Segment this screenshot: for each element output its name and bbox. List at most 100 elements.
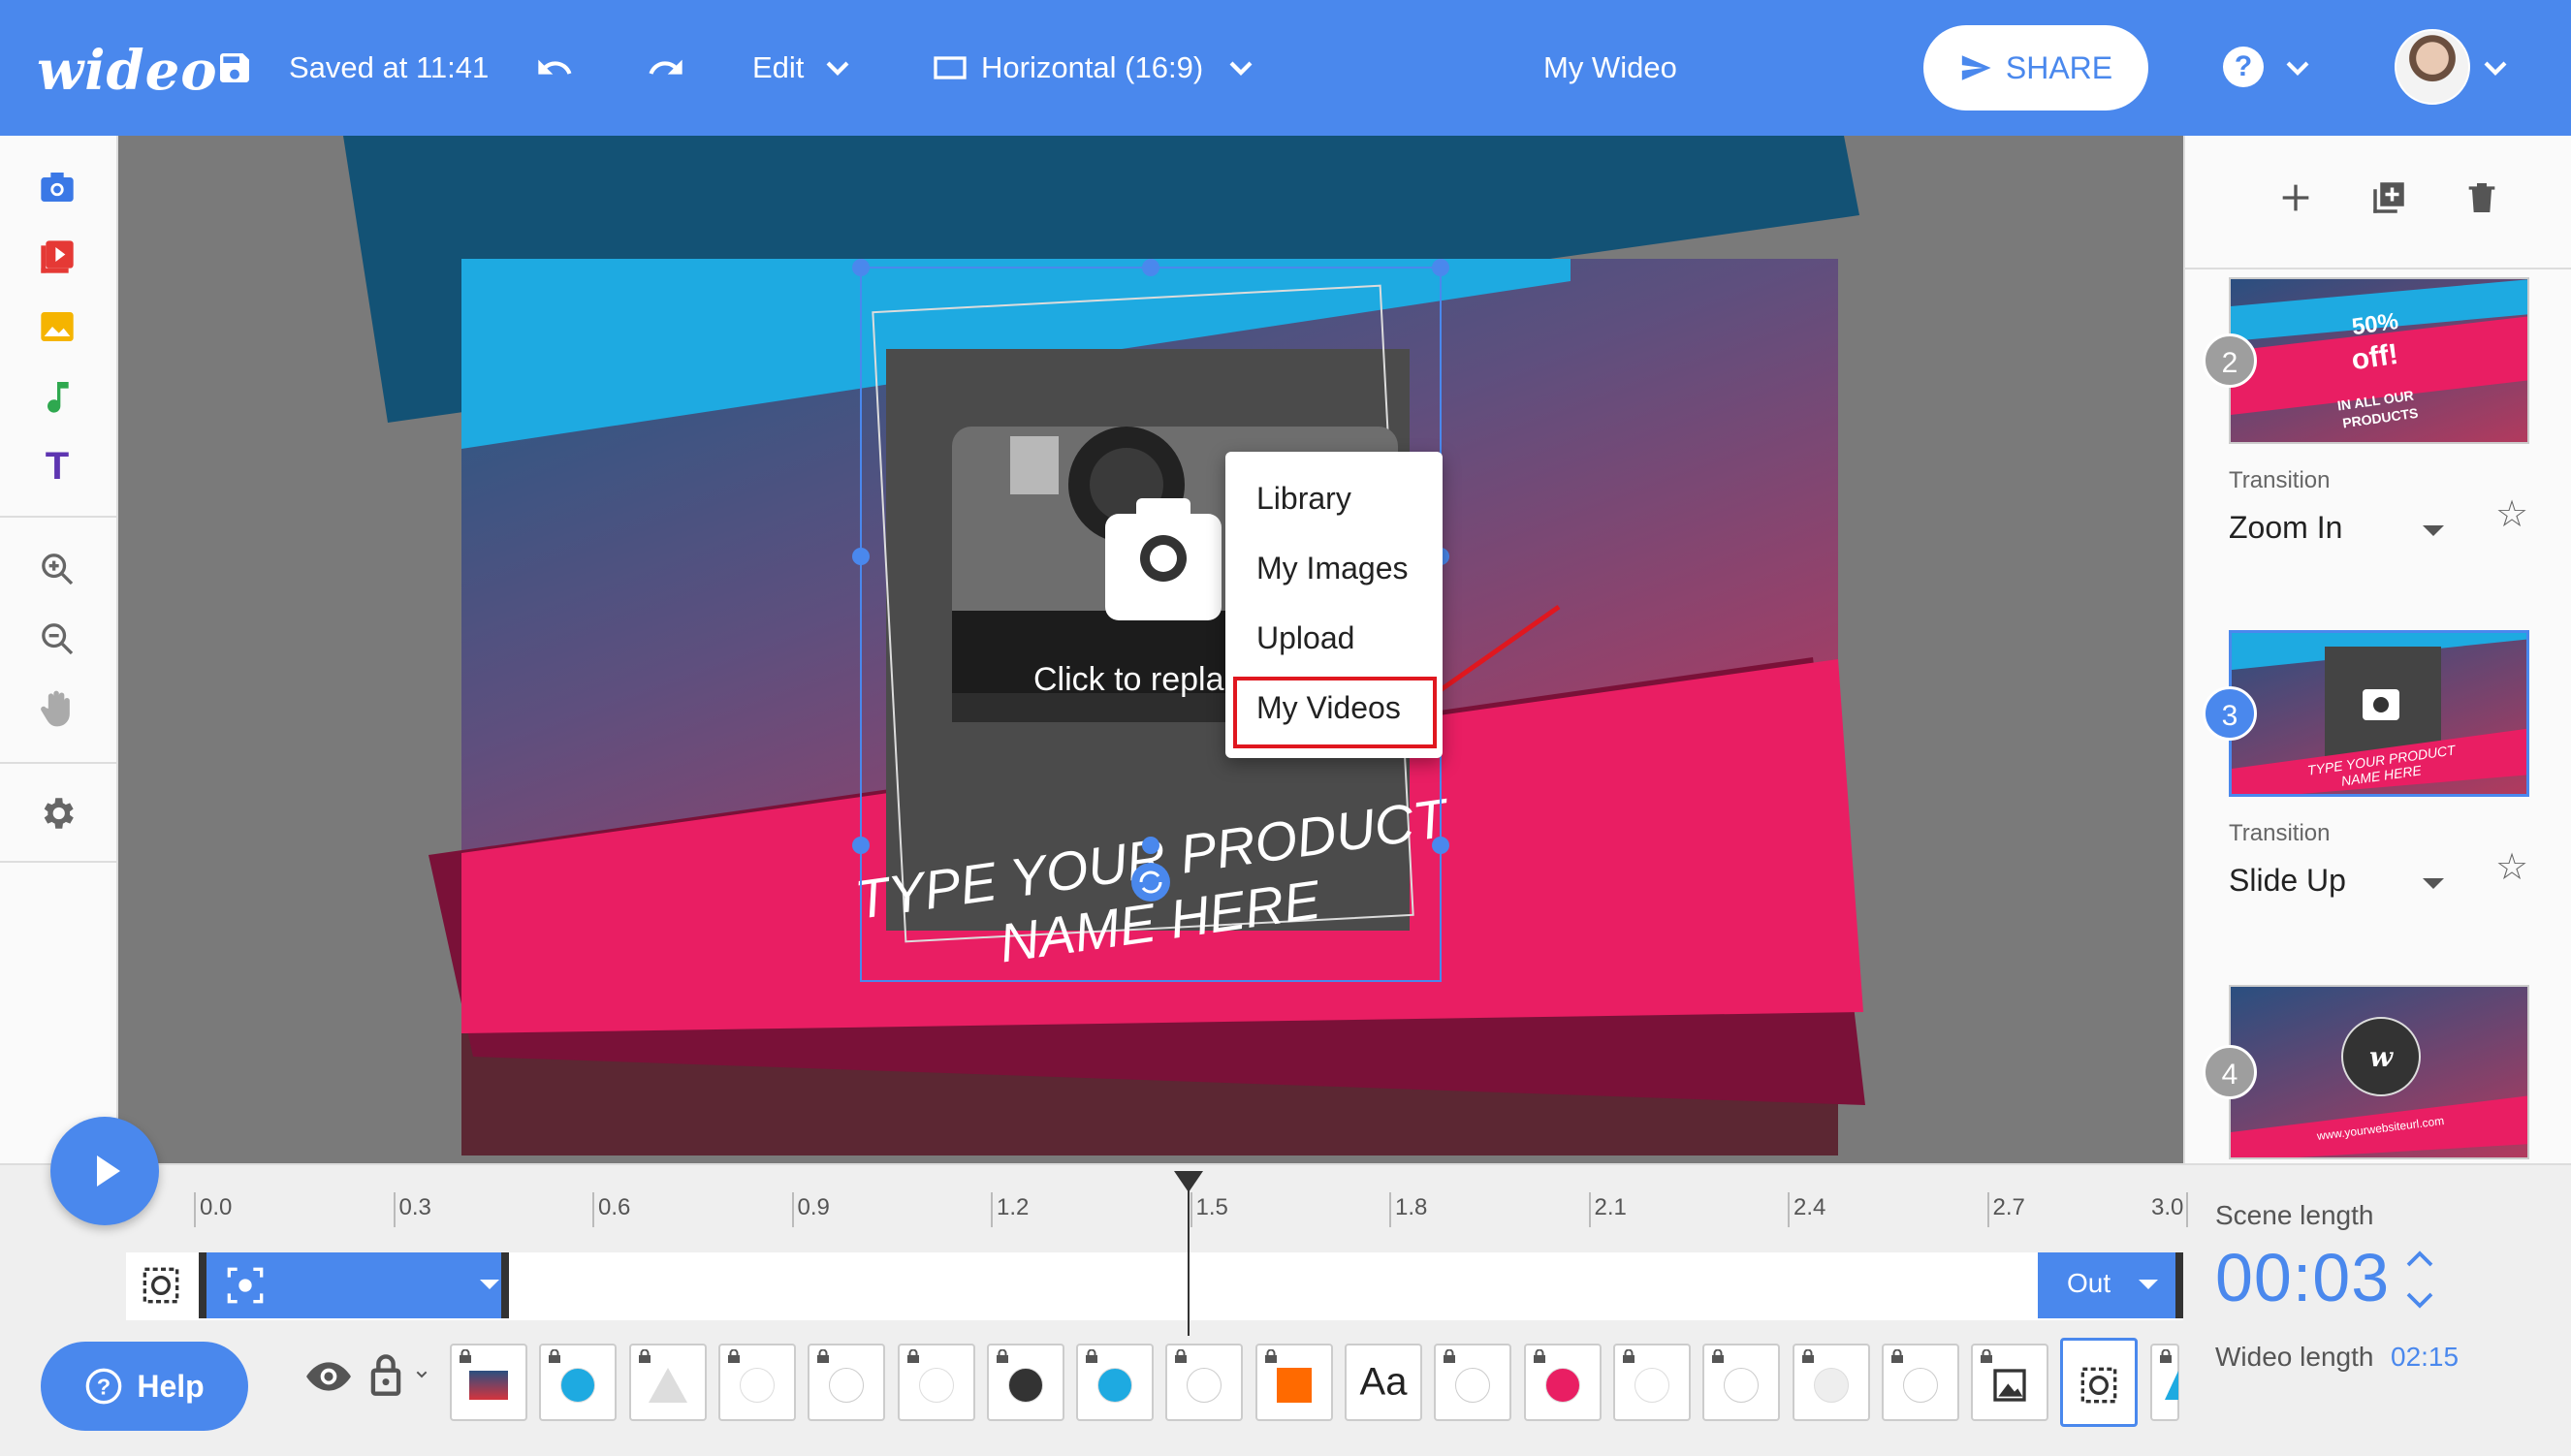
caret-down-icon[interactable] bbox=[2423, 878, 2444, 889]
image-icon[interactable] bbox=[35, 304, 79, 349]
lock-icon[interactable] bbox=[547, 1349, 562, 1363]
caret-down-icon[interactable] bbox=[2139, 1280, 2158, 1289]
lock-icon[interactable] bbox=[1532, 1349, 1547, 1363]
avatar[interactable] bbox=[2395, 29, 2470, 105]
chevron-up-icon[interactable] bbox=[2402, 1245, 2437, 1274]
menu-item-upload[interactable]: Upload bbox=[1256, 620, 1354, 656]
animation-out-block[interactable]: Out bbox=[2038, 1252, 2183, 1318]
transition-select[interactable]: Zoom In bbox=[2229, 510, 2342, 546]
lock-icon[interactable] bbox=[458, 1349, 473, 1363]
playhead[interactable] bbox=[1188, 1181, 1190, 1336]
text-icon[interactable]: T bbox=[35, 444, 79, 489]
layer-thumbnail[interactable] bbox=[897, 1344, 975, 1421]
layer-thumbnail[interactable] bbox=[1076, 1344, 1155, 1421]
project-title[interactable]: My Wideo bbox=[1543, 48, 1677, 87]
layer-square-shape bbox=[1276, 1368, 1312, 1404]
layer-thumbnail[interactable] bbox=[450, 1344, 527, 1421]
scene-thumbnail-2[interactable]: 50% off! IN ALL OUR PRODUCTS bbox=[2229, 277, 2529, 444]
visibility-eye-icon[interactable] bbox=[304, 1355, 353, 1398]
chevron-down-icon[interactable] bbox=[411, 1367, 432, 1382]
lock-icon[interactable] bbox=[995, 1349, 1010, 1363]
rotate-handle-icon[interactable] bbox=[1131, 863, 1170, 902]
layer-thumbnail[interactable] bbox=[2060, 1338, 2139, 1427]
layer-thumbnail[interactable] bbox=[1971, 1344, 2049, 1421]
lock-icon[interactable] bbox=[1621, 1349, 1636, 1363]
chevron-down-icon[interactable] bbox=[2402, 1285, 2437, 1314]
transition-select[interactable]: Slide Up bbox=[2229, 863, 2346, 899]
layer-thumbnail[interactable] bbox=[1434, 1344, 1512, 1421]
redo-icon[interactable] bbox=[645, 48, 687, 87]
layer-thumbnail[interactable] bbox=[1612, 1344, 1691, 1421]
save-icon[interactable] bbox=[213, 48, 256, 87]
lock-icon[interactable] bbox=[1710, 1349, 1726, 1363]
help-circle-icon: ? bbox=[85, 1368, 122, 1405]
layer-thumbnail[interactable] bbox=[1523, 1344, 1602, 1421]
format-selector[interactable]: Horizontal (16:9) bbox=[981, 48, 1203, 87]
tick-label: 1.8 bbox=[1395, 1194, 1428, 1220]
playhead-handle[interactable] bbox=[1174, 1171, 1203, 1192]
tick-mark bbox=[1190, 1192, 1192, 1227]
duplicate-scene-icon[interactable] bbox=[2365, 174, 2412, 221]
animation-in-block[interactable] bbox=[199, 1252, 509, 1318]
chevron-down-icon[interactable] bbox=[816, 48, 859, 87]
menu-item-library[interactable]: Library bbox=[1256, 481, 1351, 517]
video-icon[interactable] bbox=[35, 235, 79, 279]
lock-icon[interactable] bbox=[1263, 1349, 1279, 1363]
screen-format-icon[interactable] bbox=[929, 48, 971, 87]
wideo-logo[interactable]: wideo bbox=[37, 39, 218, 103]
lock-icon[interactable] bbox=[637, 1349, 652, 1363]
play-button[interactable] bbox=[50, 1117, 159, 1225]
hand-icon[interactable] bbox=[35, 686, 79, 731]
camera-icon[interactable] bbox=[35, 165, 79, 209]
scene-thumbnail-3[interactable]: TYPE YOUR PRODUCT NAME HERE bbox=[2229, 630, 2529, 797]
lock-icon[interactable] bbox=[1442, 1349, 1457, 1363]
edit-menu[interactable]: Edit bbox=[752, 48, 804, 87]
share-button[interactable]: SHARE bbox=[1923, 25, 2148, 111]
layer-thumbnail[interactable] bbox=[808, 1344, 886, 1421]
help-icon[interactable]: ? bbox=[2223, 47, 2264, 87]
tick-label: 0.6 bbox=[598, 1194, 631, 1220]
layer-thumbnail[interactable] bbox=[628, 1344, 707, 1421]
lock-icon[interactable] bbox=[1979, 1349, 1994, 1363]
lock-icon[interactable] bbox=[1800, 1349, 1816, 1363]
lock-icon[interactable] bbox=[1084, 1349, 1099, 1363]
star-icon[interactable]: ☆ bbox=[2495, 492, 2528, 536]
layer-thumbnail[interactable] bbox=[717, 1344, 796, 1421]
help-button[interactable]: ? Help bbox=[41, 1342, 248, 1431]
lock-icon[interactable] bbox=[815, 1349, 831, 1363]
settings-icon[interactable] bbox=[35, 791, 79, 836]
layer-text-glyph: Aa bbox=[1359, 1360, 1408, 1404]
chevron-down-icon[interactable] bbox=[2474, 48, 2517, 87]
layer-thumbnail[interactable] bbox=[1165, 1344, 1244, 1421]
lock-all-icon[interactable] bbox=[368, 1351, 403, 1398]
layer-thumbnail[interactable] bbox=[1881, 1344, 1959, 1421]
lock-icon[interactable] bbox=[1889, 1349, 1905, 1363]
caret-down-icon[interactable] bbox=[2423, 525, 2444, 536]
chevron-down-icon[interactable] bbox=[2276, 48, 2319, 87]
lock-icon[interactable] bbox=[905, 1349, 921, 1363]
star-icon[interactable]: ☆ bbox=[2495, 845, 2528, 889]
layer-thumbnail[interactable]: Aa bbox=[1345, 1344, 1422, 1421]
caret-down-icon[interactable] bbox=[480, 1280, 499, 1289]
lock-icon[interactable] bbox=[1173, 1349, 1189, 1363]
add-scene-icon[interactable] bbox=[2272, 174, 2319, 221]
scene-thumbnail-4[interactable]: w www.yourwebsiteurl.com bbox=[2229, 985, 2529, 1159]
transition-label: Transition bbox=[2229, 467, 2331, 493]
zoom-out-icon[interactable] bbox=[35, 617, 79, 661]
music-icon[interactable] bbox=[35, 374, 79, 419]
layer-thumbnail[interactable] bbox=[986, 1344, 1064, 1421]
chevron-down-icon[interactable] bbox=[1220, 48, 1262, 87]
lock-icon[interactable] bbox=[2158, 1349, 2174, 1363]
layer-thumbnail[interactable] bbox=[539, 1344, 618, 1421]
tick-mark bbox=[2186, 1192, 2188, 1227]
delete-scene-icon[interactable] bbox=[2459, 174, 2505, 221]
zoom-in-icon[interactable] bbox=[35, 547, 79, 591]
layer-thumbnail[interactable] bbox=[2149, 1344, 2179, 1421]
menu-item-my-images[interactable]: My Images bbox=[1256, 551, 1408, 586]
layer-thumbnail[interactable] bbox=[1792, 1344, 1870, 1421]
undo-icon[interactable] bbox=[533, 48, 576, 87]
layer-thumbnail[interactable] bbox=[1254, 1344, 1333, 1421]
layer-thumbnail[interactable] bbox=[1702, 1344, 1781, 1421]
lock-icon[interactable] bbox=[726, 1349, 742, 1363]
scene-length-value[interactable]: 00:03 bbox=[2215, 1239, 2390, 1316]
